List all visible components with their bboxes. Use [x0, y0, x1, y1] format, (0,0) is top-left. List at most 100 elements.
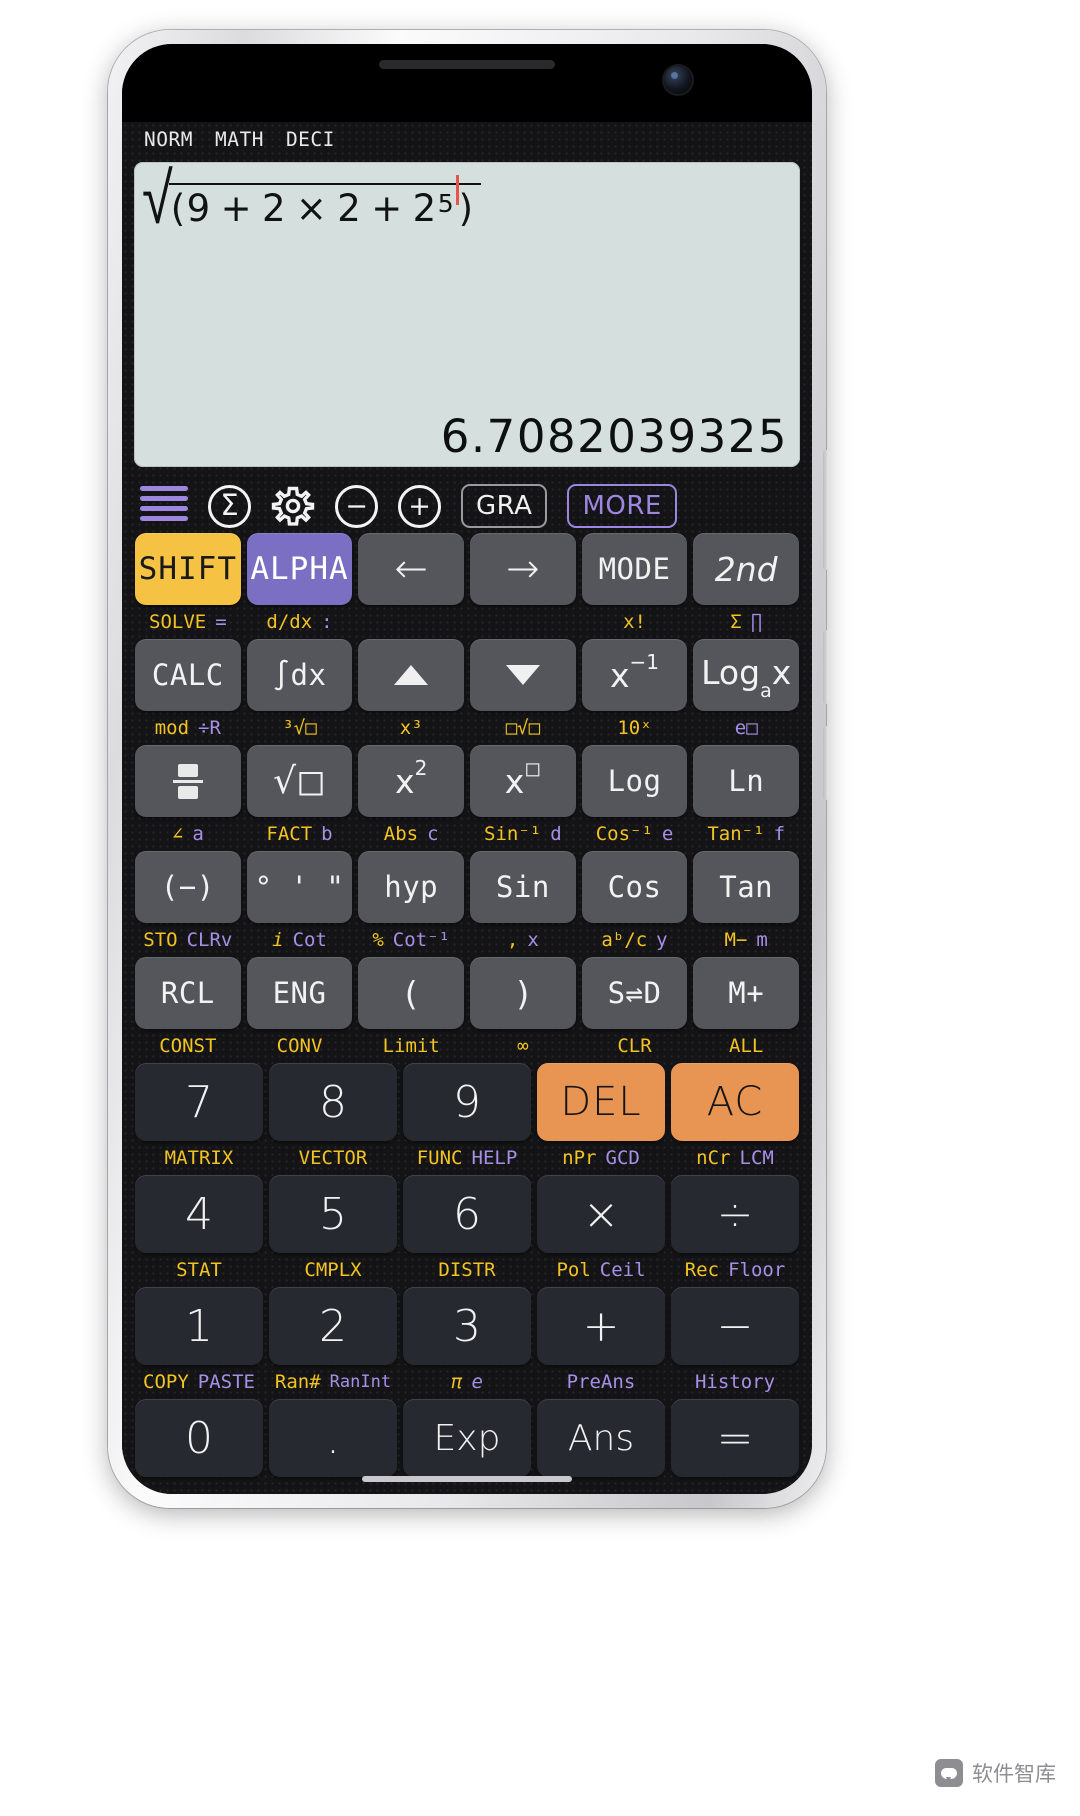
key-8[interactable]: 8: [269, 1063, 397, 1141]
hint-shift: aᵇ/c: [601, 929, 648, 951]
wechat-logo-icon: [935, 1759, 963, 1787]
hint-shift: ∞: [517, 1035, 529, 1057]
hint-row-2: mod ÷R ³√□ x³ □√□ 10ˣ e□: [132, 714, 802, 742]
hint-shift: i: [272, 929, 284, 951]
gra-button[interactable]: GRA: [461, 484, 548, 528]
key-memory-plus[interactable]: M+: [693, 957, 800, 1029]
key-integral[interactable]: ∫dx: [246, 639, 353, 711]
key-mode[interactable]: MODE: [581, 533, 688, 605]
hint-shift: M−: [724, 929, 748, 951]
key-2nd[interactable]: 2nd: [693, 533, 800, 605]
phone-notch-bar: [122, 44, 812, 122]
key-negate[interactable]: (−): [135, 851, 241, 923]
hint-shift: Limit: [382, 1035, 440, 1057]
key-rcl[interactable]: RCL: [135, 957, 241, 1029]
key-equals[interactable]: =: [671, 1399, 799, 1477]
phone-screen: NORM MATH DECI √(9 + 2 × 2 + 25) 6.70820…: [122, 44, 812, 1494]
minus-circle-icon[interactable]: −: [335, 484, 378, 528]
hint-cell: M− m: [690, 929, 802, 951]
key-square[interactable]: x2: [358, 745, 465, 817]
key-multiply[interactable]: ×: [537, 1175, 665, 1253]
key-calc[interactable]: CALC: [135, 639, 241, 711]
key-ln[interactable]: Ln: [693, 745, 800, 817]
key-sqrt[interactable]: √◻: [246, 745, 353, 817]
key-cos[interactable]: Cos: [581, 851, 688, 923]
hint-alpha: CLRv: [186, 929, 233, 951]
key-plus[interactable]: +: [537, 1287, 665, 1365]
home-indicator[interactable]: [362, 1476, 572, 1482]
gear-icon[interactable]: [271, 484, 315, 528]
key-label: Logax: [701, 653, 792, 702]
key-fraction[interactable]: [135, 745, 241, 817]
hint-cell: Cos⁻¹ e: [579, 823, 691, 845]
key-hyp[interactable]: hyp: [358, 851, 465, 923]
key-7[interactable]: 7: [135, 1063, 263, 1141]
key-divide[interactable]: ÷: [671, 1175, 799, 1253]
plus-circle-icon[interactable]: +: [398, 484, 441, 528]
key-9[interactable]: 9: [403, 1063, 531, 1141]
key-tan[interactable]: Tan: [693, 851, 800, 923]
calculator-display[interactable]: √(9 + 2 × 2 + 25) 6.7082039325: [134, 162, 800, 467]
hint-cell: DISTR: [400, 1259, 534, 1281]
key-minus[interactable]: −: [671, 1287, 799, 1365]
menu-icon[interactable]: [140, 486, 188, 526]
key-reciprocal[interactable]: x−1: [581, 639, 688, 711]
power-button[interactable]: [823, 450, 829, 570]
hint-shift: Sin⁻¹: [484, 823, 542, 845]
key-open-paren[interactable]: (: [358, 957, 465, 1029]
key-delete[interactable]: DEL: [537, 1063, 665, 1141]
hint-shift: STO: [143, 929, 178, 951]
hint-cell: STAT: [132, 1259, 266, 1281]
key-answer[interactable]: Ans: [537, 1399, 665, 1477]
key-sd-toggle[interactable]: S⇌D: [581, 957, 688, 1029]
key-2[interactable]: 2: [269, 1287, 397, 1365]
volume-down-button[interactable]: [823, 726, 829, 800]
hint-alpha: m: [756, 929, 768, 951]
hint-cell: ALL: [690, 1035, 802, 1057]
hint-row-5: CONST CONV Limit ∞ CLR ALL: [132, 1032, 802, 1060]
more-button[interactable]: MORE: [567, 484, 677, 528]
hint-alpha: b: [321, 823, 333, 845]
key-1[interactable]: 1: [135, 1287, 263, 1365]
key-shift[interactable]: SHIFT: [135, 533, 241, 605]
expression-area[interactable]: √(9 + 2 × 2 + 25): [142, 164, 481, 235]
key-sin[interactable]: Sin: [470, 851, 576, 923]
key-3[interactable]: 3: [403, 1287, 531, 1365]
hint-cell: nCr LCM: [668, 1147, 802, 1169]
hint-cell: ∠ a: [132, 823, 244, 845]
hint-alpha: HELP: [471, 1147, 518, 1169]
key-left-arrow[interactable]: ←: [358, 533, 465, 605]
watermark: 软件智库: [935, 1758, 1056, 1788]
sigma-icon[interactable]: Σ: [208, 484, 251, 528]
key-all-clear[interactable]: AC: [671, 1063, 799, 1141]
key-decimal-point[interactable]: .: [269, 1399, 397, 1477]
key-0[interactable]: 0: [135, 1399, 263, 1477]
hint-alpha: Cot⁻¹: [392, 929, 450, 951]
hint-shift: nCr: [696, 1147, 731, 1169]
hint-shift: x³: [399, 717, 423, 739]
hint-cell: mod ÷R: [132, 717, 244, 739]
key-5[interactable]: 5: [269, 1175, 397, 1253]
hint-alpha: Ceil: [599, 1259, 646, 1281]
key-4[interactable]: 4: [135, 1175, 263, 1253]
key-log[interactable]: Log: [581, 745, 688, 817]
hint-shift: Ran#: [274, 1371, 321, 1393]
key-dms[interactable]: ° ' ": [246, 851, 353, 923]
key-right-arrow[interactable]: →: [470, 533, 576, 605]
key-eng[interactable]: ENG: [246, 957, 353, 1029]
key-log-base-x[interactable]: Logax: [693, 639, 800, 711]
hint-alpha: f: [773, 823, 786, 845]
key-power[interactable]: x◻: [470, 745, 576, 817]
key-6[interactable]: 6: [403, 1175, 531, 1253]
arrow-left-icon: ←: [394, 546, 428, 592]
status-flags-bar: NORM MATH DECI: [144, 128, 335, 151]
volume-up-button[interactable]: [823, 630, 829, 704]
hint-shift: History: [694, 1371, 776, 1393]
hint-shift: x!: [623, 611, 646, 633]
key-alpha[interactable]: ALPHA: [246, 533, 353, 605]
key-exponent[interactable]: Exp: [403, 1399, 531, 1477]
key-up-arrow[interactable]: [358, 639, 465, 711]
keypad-row-9: 0 . Exp Ans =: [132, 1396, 802, 1480]
key-down-arrow[interactable]: [470, 639, 576, 711]
key-close-paren[interactable]: ): [470, 957, 576, 1029]
